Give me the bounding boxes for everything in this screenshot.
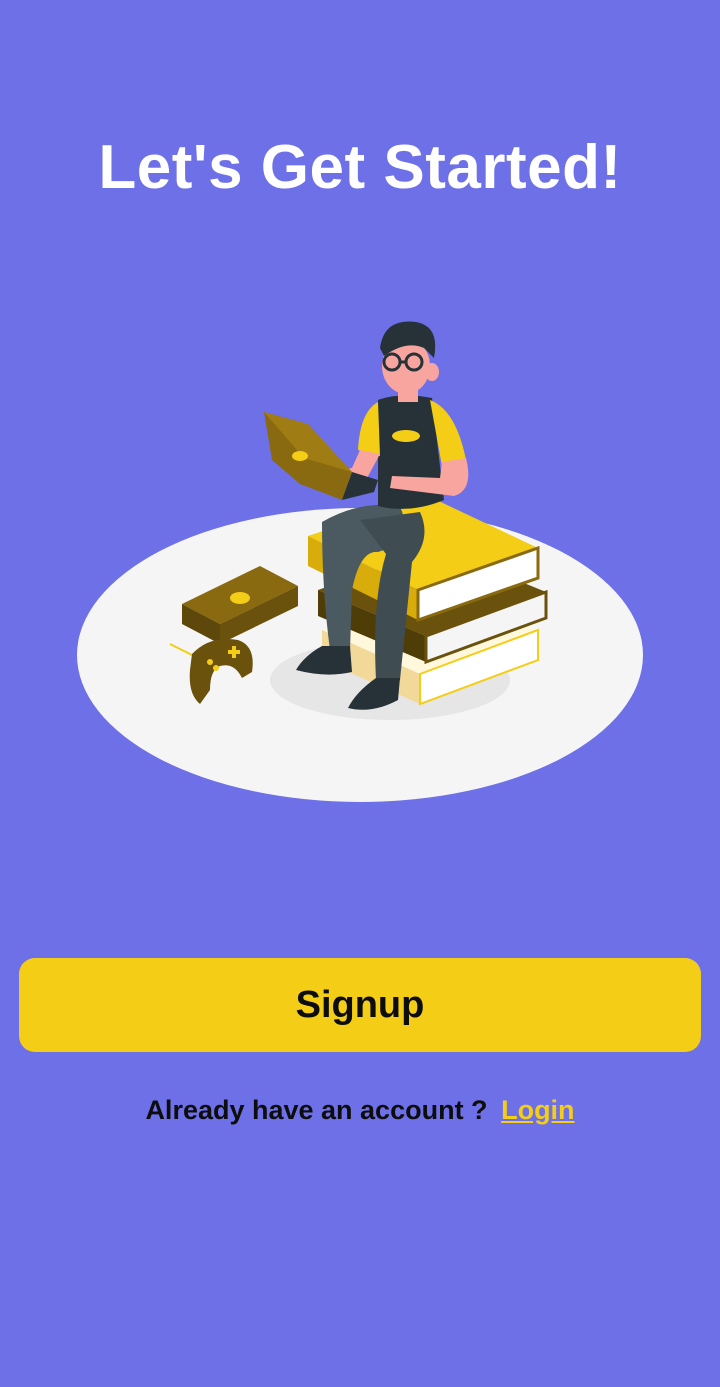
- signup-button[interactable]: Signup: [19, 958, 701, 1052]
- login-prompt: Already have an account ? Login: [0, 1092, 720, 1128]
- hero-illustration: [77, 321, 643, 802]
- page-title: Let's Get Started!: [98, 133, 622, 202]
- account-prompt-text: Already have an account ?: [145, 1095, 488, 1125]
- login-link[interactable]: Login: [501, 1095, 574, 1125]
